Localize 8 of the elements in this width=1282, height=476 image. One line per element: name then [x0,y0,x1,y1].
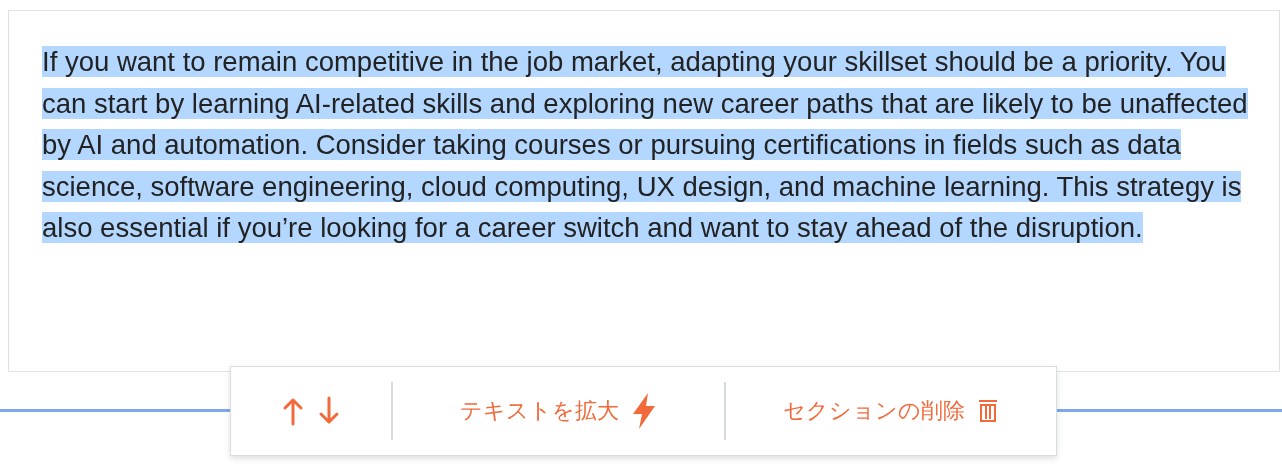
move-up-icon[interactable] [282,396,304,426]
text-section[interactable] [8,10,1280,372]
lightning-icon [630,392,657,430]
paragraph-text: If you want to remain competitive in the job market, adapting your skillset should be a priority. You can start by learning AI-related skills and exploring new career paths that are likely to be unaffected by AI and automation. Consider taking courses or pursuing certifications in fields such as data science, software engineering, cloud computing, UX design, and machine learning. This strategy is also essential if you’re looking for a career switch and want to stay ahead of the disruption. [42,45,1249,245]
delete-section-button[interactable]: セクションの削除 [725,381,1056,441]
expand-text-button[interactable]: テキストを拡大 [393,381,724,441]
trash-icon [976,399,999,423]
move-down-icon[interactable] [318,396,340,426]
